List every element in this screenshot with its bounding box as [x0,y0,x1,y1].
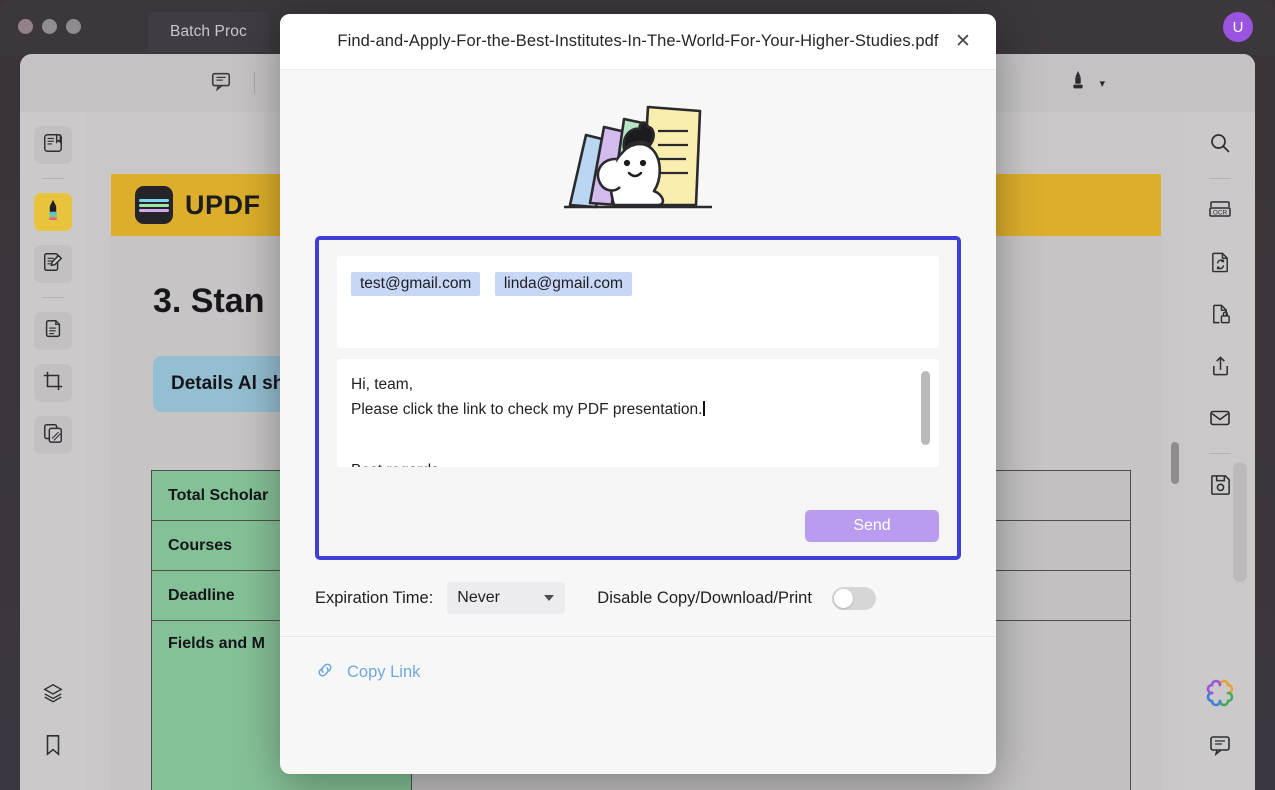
document-lock-icon [1209,302,1232,331]
sidebar-item-ocr[interactable]: OCR [1201,193,1239,231]
recipient-chip[interactable]: linda@gmail.com [494,272,632,296]
highlighter-icon [42,198,64,227]
maximize-window-button[interactable] [66,19,81,34]
sidebar-item-convert[interactable] [1201,245,1239,283]
share-upload-icon [1209,354,1232,383]
comment-bubble-icon [1208,733,1232,762]
mascot-with-documents-illustration [280,70,996,236]
toolbar-separator [254,72,255,94]
rail-separator [1209,178,1231,179]
recipient-chip[interactable]: test@gmail.com [351,272,481,296]
disable-copy-download-print-label: Disable Copy/Download/Print [597,588,812,607]
sidebar-item-reader[interactable] [34,126,72,164]
sidebar-item-comments[interactable] [1201,728,1239,766]
rail-scrollbar-thumb[interactable] [1233,462,1247,582]
sidebar-item-highlighter[interactable] [34,193,72,231]
sidebar-item-search[interactable] [1201,126,1239,164]
expiration-time-select[interactable]: Never [447,582,566,614]
dialog-header: Find-and-Apply-For-the-Best-Institutes-I… [280,14,996,70]
sidebar-item-mail[interactable] [1201,401,1239,439]
sidebar-item-share[interactable] [1201,349,1239,387]
crop-icon [42,370,64,397]
signature-pen-icon [1067,69,1089,98]
comment-tool-button[interactable] [202,66,240,100]
copy-link-label: Copy Link [347,663,421,681]
floppy-save-icon [1209,473,1232,501]
convert-document-icon [1209,250,1232,279]
message-body-text: Hi, team, Please click the link to check… [351,372,913,447]
search-icon [1208,131,1232,160]
book-reader-icon [42,132,64,159]
sidebar-item-edit[interactable] [34,245,72,283]
expiration-time-value: Never [457,589,500,606]
recipients-input[interactable]: test@gmail.com linda@gmail.com [337,256,939,348]
message-line-group: Hi, team, Please click the link to check… [351,376,703,419]
tab-batch-process[interactable]: Batch Proc [148,12,269,52]
signature-tool-button[interactable] [1059,66,1097,100]
minimize-window-button[interactable] [42,19,57,34]
application-window: Batch Proc U ▾ UPDF 3. Stan Details Al s… [0,0,1275,790]
toggle-knob [833,588,853,608]
sidebar-item-ai-assistant[interactable] [1201,676,1239,714]
chevron-down-icon [544,595,555,601]
document-heading: 3. Stan [153,282,265,320]
organize-pages-icon [42,318,64,345]
options-row: Expiration Time: Never Disable Copy/Down… [280,560,996,636]
message-signoff-text: Best regards, [351,458,913,467]
rail-separator [42,297,64,298]
tab-strip: Batch Proc [148,8,269,56]
close-icon[interactable]: ✕ [950,29,976,55]
left-tool-rail [20,112,86,790]
send-button-label: Send [853,517,891,534]
message-input[interactable]: Hi, team, Please click the link to check… [337,359,939,467]
rail-separator [1209,453,1231,454]
sidebar-item-crop[interactable] [34,364,72,402]
copy-link-button[interactable]: Copy Link [315,660,420,685]
compose-region: test@gmail.com linda@gmail.com Hi, team,… [315,236,961,560]
sidebar-item-compare[interactable] [34,416,72,454]
right-tool-rail: OCR [1185,112,1255,790]
bookmark-icon [43,734,63,761]
share-dialog: Find-and-Apply-For-the-Best-Institutes-I… [280,14,996,774]
sidebar-item-protect[interactable] [1201,297,1239,335]
dialog-footer: Copy Link [280,636,996,708]
ocr-icon: OCR [1207,198,1233,227]
rail-separator [42,178,64,179]
close-window-button[interactable] [18,19,33,34]
edit-document-icon [42,251,64,278]
avatar[interactable]: U [1223,12,1253,42]
signature-dropdown-caret[interactable]: ▾ [1099,77,1105,90]
brand-name: UPDF [185,189,261,220]
text-cursor [703,401,705,417]
document-scrollbar-thumb[interactable] [1171,442,1179,484]
comment-icon [210,70,232,97]
expiration-time-label: Expiration Time: [315,588,434,607]
sidebar-item-bookmark[interactable] [34,728,72,766]
chain-link-icon [315,660,335,685]
ai-flower-icon [1206,679,1234,712]
avatar-initial: U [1232,18,1244,36]
updf-logo-icon [135,186,173,224]
svg-text:OCR: OCR [1213,209,1228,216]
dialog-title: Find-and-Apply-For-the-Best-Institutes-I… [337,32,939,50]
send-button[interactable]: Send [805,510,939,542]
window-controls [18,19,81,34]
sidebar-item-layers[interactable] [34,676,72,714]
disable-copy-download-print-toggle[interactable] [831,586,876,610]
envelope-icon [1208,406,1232,435]
layers-icon [42,682,64,709]
tab-label: Batch Proc [170,23,247,40]
sidebar-item-organize-pages[interactable] [34,312,72,350]
message-scrollbar-thumb[interactable] [921,371,930,445]
send-row: Send [337,467,939,542]
compare-documents-icon [42,422,64,449]
